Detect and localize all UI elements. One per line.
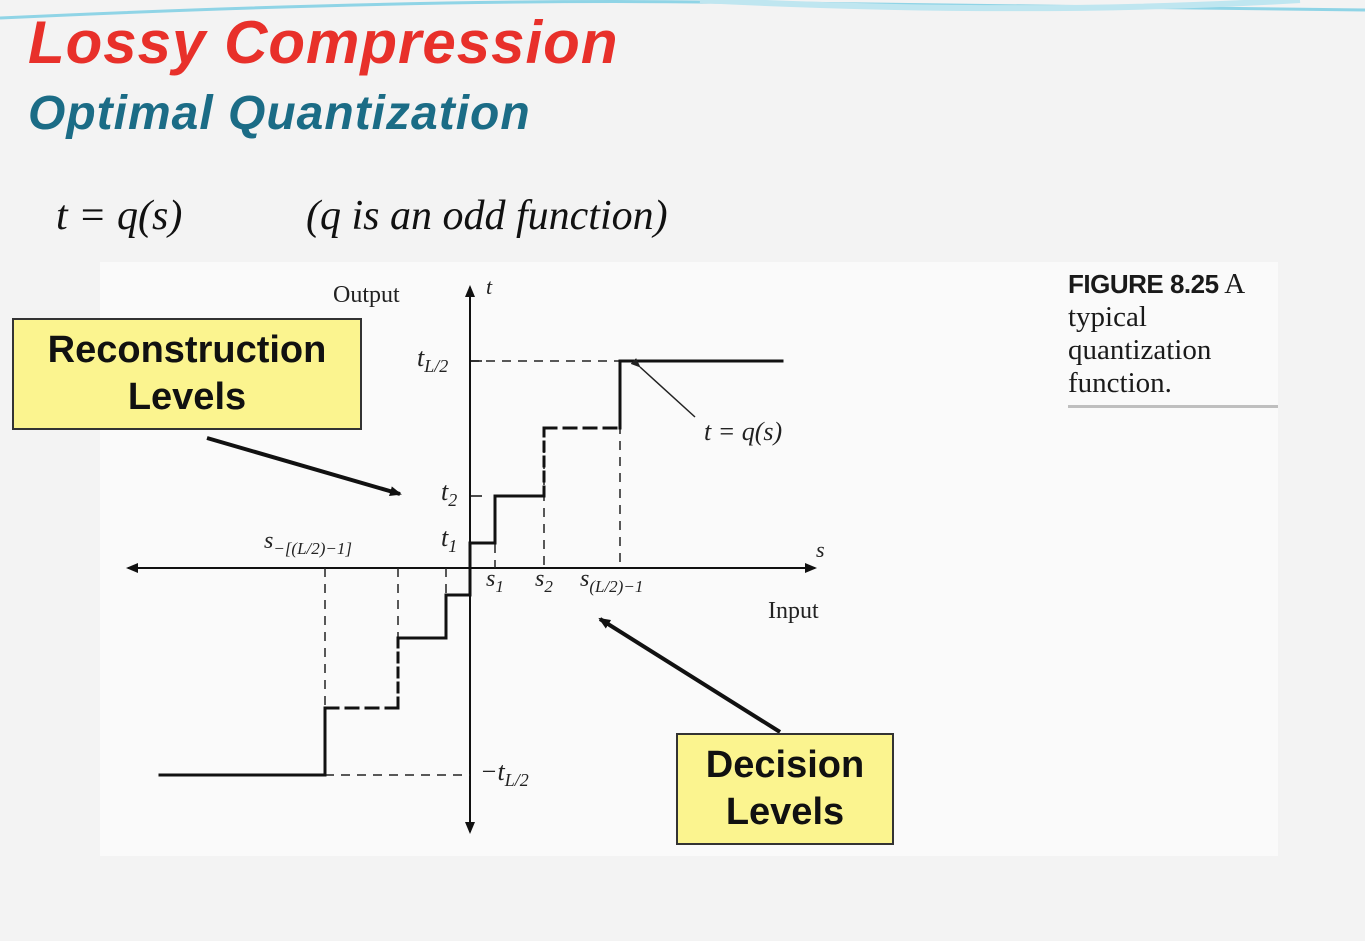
level-t-l2: tL/2 <box>417 343 448 376</box>
reconstruction-callout-line1: Reconstruction <box>47 329 327 371</box>
axis-input-label: Input <box>768 598 819 624</box>
decision-s2: s2 <box>535 566 553 596</box>
decision-levels-callout: Decision Levels <box>676 733 894 845</box>
decision-arrow <box>598 617 782 734</box>
level-t2: t2 <box>441 477 457 510</box>
curve-label: t = q(s) <box>704 417 782 446</box>
t-axis-ticks <box>470 360 482 544</box>
axis-output-label: Output <box>333 282 400 308</box>
decision-s-neg: s−[(L/2)−1] <box>264 528 352 558</box>
decision-callout-line2: Levels <box>725 791 845 833</box>
curve-leader <box>630 357 696 418</box>
reconstruction-callout-line2: Levels <box>127 376 247 418</box>
decision-s-l2-minus1: s(L/2)−1 <box>580 566 643 596</box>
axis-s-label: s <box>816 537 825 562</box>
axis-t-label: t <box>486 274 493 299</box>
decision-callout-line1: Decision <box>705 744 865 786</box>
caption-number: FIGURE 8.25 <box>1068 269 1219 299</box>
reconstruction-levels-callout: Reconstruction Levels <box>12 318 362 430</box>
level-neg-t-l2: −tL/2 <box>480 757 529 790</box>
reconstruction-arrow <box>206 436 402 497</box>
caption-rule <box>1068 405 1278 408</box>
level-t1: t1 <box>441 523 457 556</box>
decision-s1: s1 <box>486 566 504 596</box>
figure-caption: FIGURE 8.25 A typical quantization funct… <box>1068 268 1278 400</box>
